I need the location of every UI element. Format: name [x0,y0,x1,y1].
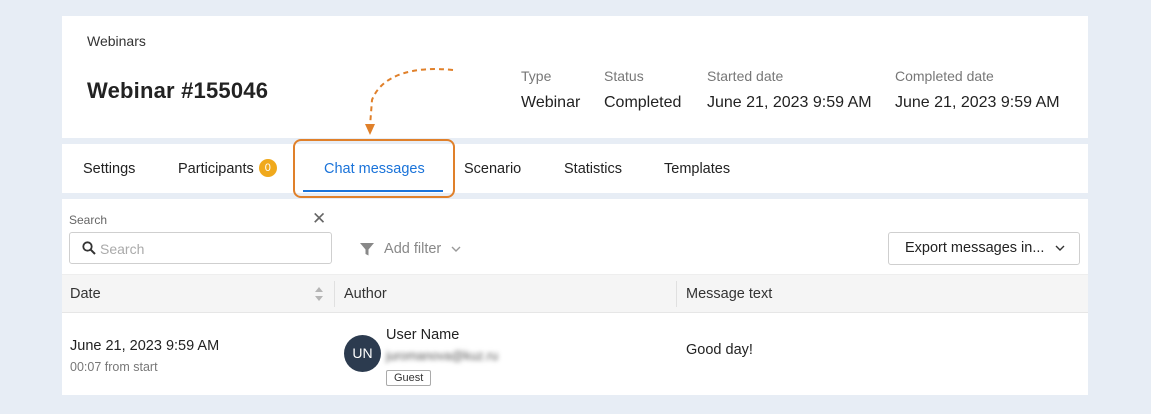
tab-settings-label: Settings [83,161,136,177]
annotation-arrow [365,68,454,135]
participants-count-badge: 0 [258,159,277,178]
column-header-message: Message text [686,286,773,302]
export-messages-label: Export messages in... [905,240,1045,256]
tab-chat-messages[interactable]: Chat messages [324,144,425,193]
meta-completed-value: June 21, 2023 9:59 AM [895,94,1060,111]
role-badge: Guest [386,370,432,386]
table-header: Date Author Message text [62,274,1088,313]
author-name: User Name [386,327,460,343]
column-divider [334,281,335,307]
table-row[interactable]: June 21, 2023 9:59 AM 00:07 from start U… [62,314,1088,395]
search-field[interactable] [69,232,332,264]
filter-icon [360,242,374,256]
meta-completed-label: Completed date [895,68,994,84]
tab-participants-label: Participants [178,161,254,177]
webinar-header: Webinars Webinar #155046 Type Webinar St… [62,16,1088,138]
export-messages-button[interactable]: Export messages in... [888,232,1080,265]
author-email: juromanova@kuz.ru [386,349,499,363]
message-offset: 00:07 from start [70,360,158,374]
tab-participants[interactable]: Participants 0 [178,144,277,193]
column-header-author: Author [344,286,387,302]
meta-type-value: Webinar [521,94,581,111]
meta-started-value: June 21, 2023 9:59 AM [707,94,872,111]
active-tab-indicator [303,190,443,192]
meta-started: Started date June 21, 2023 9:59 AM [707,68,872,112]
column-divider [676,281,677,307]
tab-chat-messages-label: Chat messages [324,161,425,177]
page-title: Webinar #155046 [87,78,269,103]
avatar: UN [344,335,381,372]
chat-messages-panel: Search ✕ Add filter Export messages in..… [62,199,1088,395]
message-date: June 21, 2023 9:59 AM [70,338,220,354]
tab-templates[interactable]: Templates [664,144,730,193]
add-filter-label: Add filter [384,241,442,257]
column-header-date[interactable]: Date [70,275,101,313]
search-input[interactable] [100,239,320,259]
meta-started-label: Started date [707,68,784,84]
meta-type: Type Webinar [521,68,580,112]
close-icon[interactable]: ✕ [312,209,326,229]
tab-statistics[interactable]: Statistics [564,144,622,193]
meta-status-value: Completed [604,94,682,111]
tab-templates-label: Templates [664,161,731,177]
message-text: Good day! [686,342,753,358]
tab-scenario[interactable]: Scenario [464,144,521,193]
tab-bar: Settings Participants 0 Chat messages Sce… [62,144,1088,193]
chevron-down-icon [451,246,461,253]
sort-icon[interactable] [314,286,324,302]
meta-type-label: Type [521,68,552,84]
meta-status-label: Status [604,68,644,84]
tab-scenario-label: Scenario [464,161,522,177]
tab-settings[interactable]: Settings [83,144,135,193]
breadcrumb[interactable]: Webinars [87,33,146,49]
search-label: Search [69,213,108,227]
add-filter-button[interactable]: Add filter [360,241,461,257]
tab-statistics-label: Statistics [564,161,623,177]
search-icon [82,241,96,255]
chevron-down-icon [1055,245,1065,251]
meta-status: Status Completed [604,68,681,112]
meta-completed: Completed date June 21, 2023 9:59 AM [895,68,1060,112]
